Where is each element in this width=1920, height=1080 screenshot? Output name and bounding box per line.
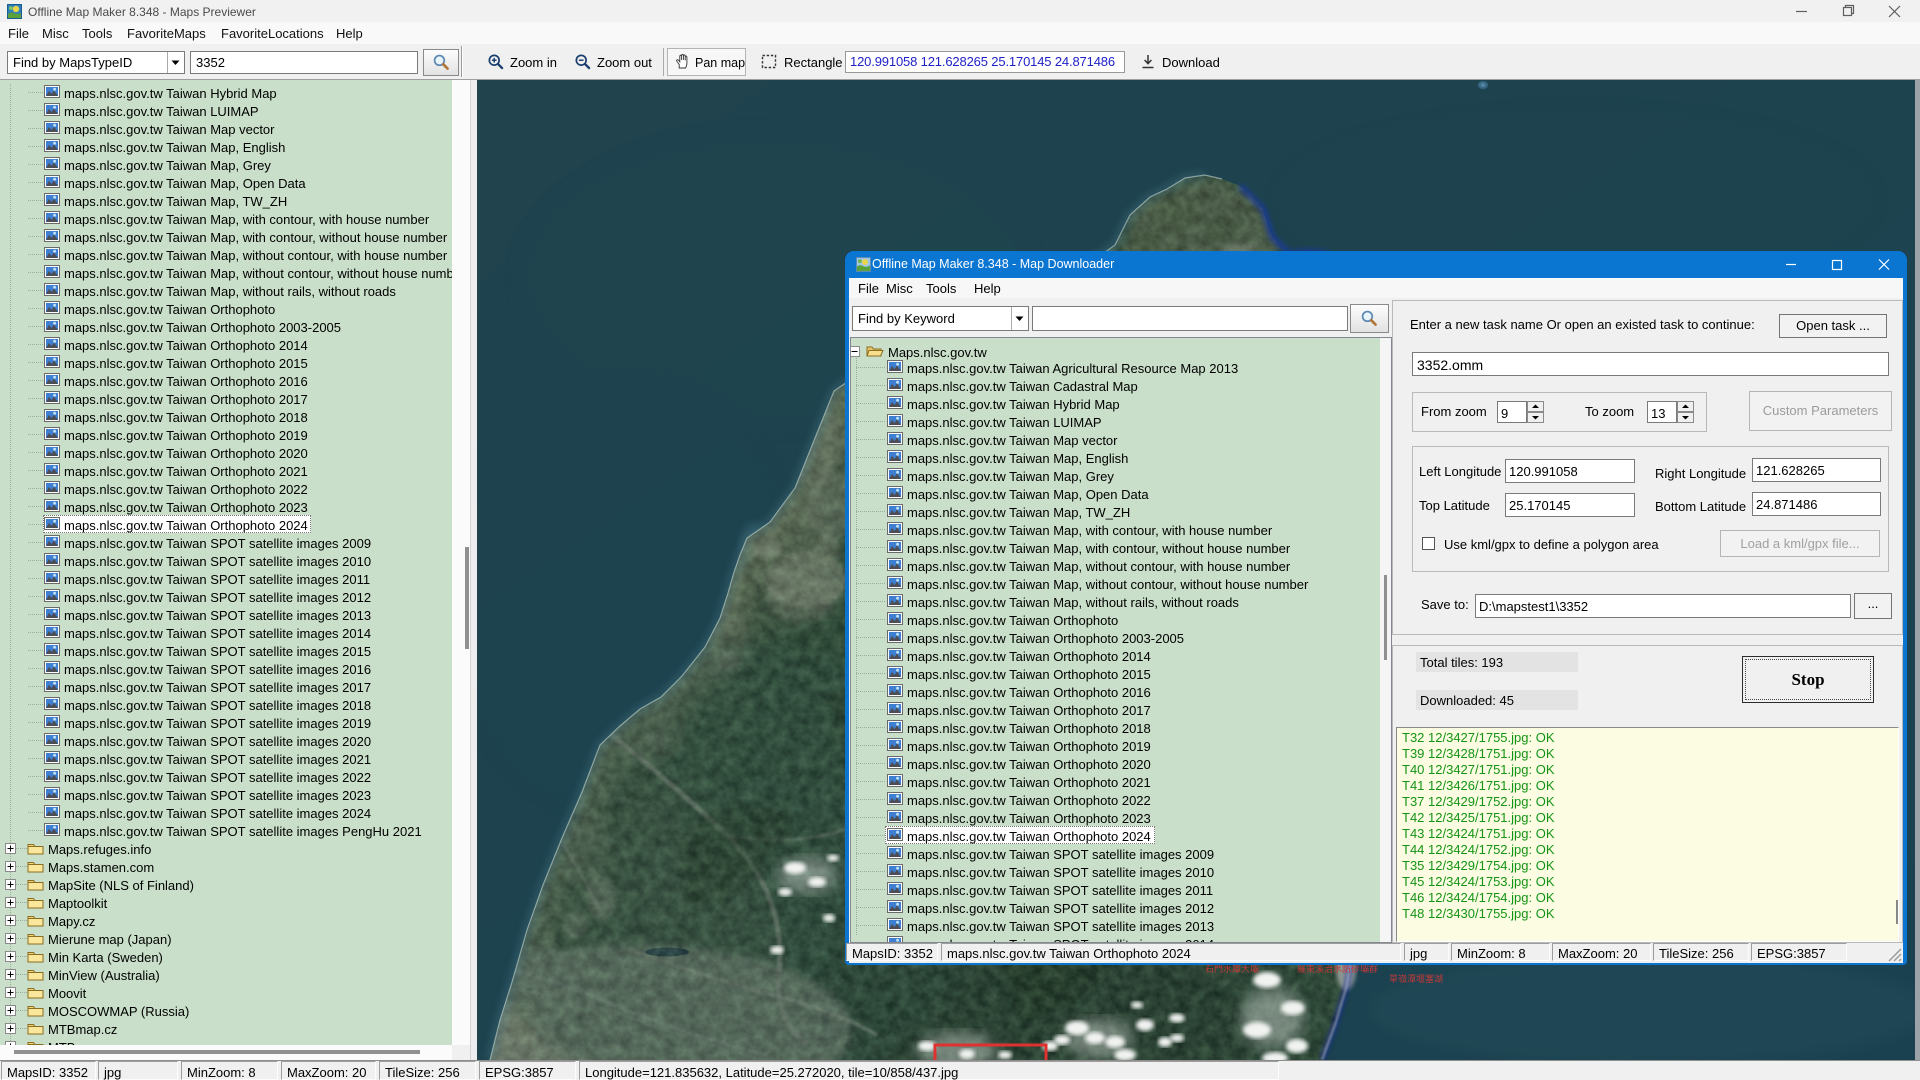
svg-text:草嶺潭堰塞湖: 草嶺潭堰塞湖 <box>1389 973 1443 984</box>
